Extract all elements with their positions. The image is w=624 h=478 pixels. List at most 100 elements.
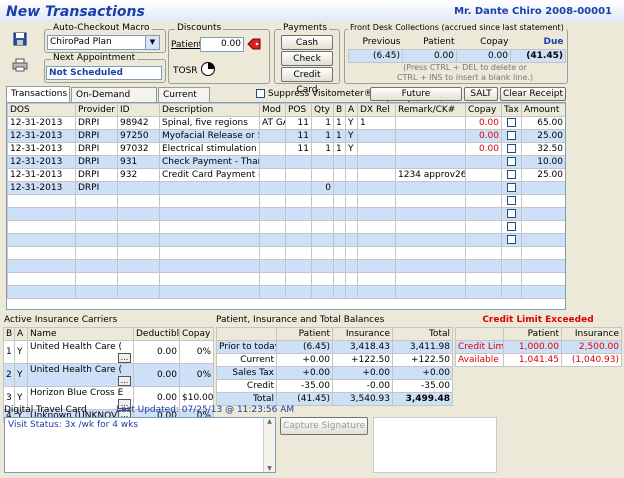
table-row[interactable]	[7, 194, 565, 208]
table-cell[interactable]	[357, 207, 396, 221]
table-cell[interactable]	[521, 285, 565, 299]
table-cell[interactable]	[311, 285, 334, 299]
table-cell[interactable]	[285, 259, 312, 273]
table-row[interactable]	[7, 220, 565, 234]
table-cell[interactable]	[357, 129, 396, 143]
table-cell[interactable]	[117, 246, 160, 260]
table-cell[interactable]	[521, 207, 565, 221]
table-cell[interactable]	[159, 207, 260, 221]
table-cell[interactable]	[159, 259, 260, 273]
table-cell[interactable]	[285, 233, 312, 247]
table-cell[interactable]	[357, 285, 396, 299]
table-cell[interactable]: 97250	[117, 129, 160, 143]
insurance-details-button[interactable]: ...	[118, 376, 131, 386]
table-row[interactable]: 12-31-2013 DRPI 931 Check Payment - Than 10.…	[7, 155, 565, 169]
table-cell[interactable]	[345, 194, 358, 208]
signature-pad[interactable]	[373, 417, 497, 473]
table-cell[interactable]	[345, 233, 358, 247]
tx-col-header[interactable]: DOS	[7, 103, 76, 117]
clear-receipt-button[interactable]: Clear Receipt	[500, 87, 566, 101]
table-cell[interactable]	[345, 285, 358, 299]
tx-col-header[interactable]: Amount	[521, 103, 565, 117]
tax-checkbox-cell[interactable]	[501, 155, 522, 169]
table-cell[interactable]	[75, 233, 118, 247]
table-cell[interactable]: 12-31-2013	[7, 142, 76, 156]
tab-transactions[interactable]: Transactions	[6, 86, 70, 102]
travel-card-textarea[interactable]: Visit Status: 3x /wk for 4 wks ▲ ▼	[4, 417, 276, 473]
table-cell[interactable]	[465, 285, 502, 299]
tax-checkbox[interactable]	[507, 209, 516, 218]
table-cell[interactable]	[259, 142, 286, 156]
table-cell[interactable]	[117, 220, 160, 234]
table-cell[interactable]	[117, 259, 160, 273]
table-cell[interactable]	[333, 272, 346, 286]
tx-col-header[interactable]: DX Rel	[357, 103, 396, 117]
salt-button[interactable]: SALT	[464, 87, 498, 101]
patient-discount-input[interactable]: 0.00	[200, 37, 244, 52]
table-cell[interactable]	[345, 207, 358, 221]
tax-checkbox[interactable]	[507, 222, 516, 231]
table-cell[interactable]: 1234 approv263	[395, 168, 466, 182]
table-cell[interactable]: Spinal, five regions	[159, 116, 260, 130]
table-cell[interactable]	[159, 246, 260, 260]
table-cell[interactable]	[357, 181, 396, 195]
table-cell[interactable]	[521, 272, 565, 286]
table-cell[interactable]	[285, 220, 312, 234]
table-cell[interactable]	[465, 246, 502, 260]
table-cell[interactable]	[395, 285, 466, 299]
table-cell[interactable]	[465, 207, 502, 221]
table-cell[interactable]: 12-31-2013	[7, 155, 76, 169]
table-cell[interactable]	[75, 285, 118, 299]
scroll-up-icon[interactable]: ▲	[264, 418, 275, 425]
table-cell[interactable]	[345, 168, 358, 182]
table-cell[interactable]	[465, 272, 502, 286]
table-cell[interactable]: AT GA	[259, 116, 286, 130]
table-cell[interactable]	[285, 207, 312, 221]
tab-current-dx[interactable]: Current Dx	[158, 87, 210, 114]
insurance-row[interactable]: 1 Y United Health Care (... 0.00 0%	[3, 340, 214, 364]
table-cell[interactable]: 0.00	[465, 116, 502, 130]
tag-icon[interactable]	[247, 38, 265, 54]
check-button[interactable]: Check	[281, 51, 333, 66]
suppress-visitometer-checkbox[interactable]	[256, 89, 265, 98]
table-cell[interactable]: 0.00	[465, 142, 502, 156]
table-cell[interactable]: 97032	[117, 142, 160, 156]
table-cell[interactable]: 12-31-2013	[7, 168, 76, 182]
table-cell[interactable]	[75, 207, 118, 221]
table-cell[interactable]	[395, 155, 466, 169]
table-cell[interactable]	[285, 181, 312, 195]
tax-checkbox-cell[interactable]	[501, 142, 522, 156]
table-cell[interactable]	[357, 168, 396, 182]
table-row[interactable]: 12-31-2013 DRPI 0	[7, 181, 565, 195]
table-cell[interactable]	[259, 233, 286, 247]
table-cell[interactable]	[311, 155, 334, 169]
table-cell[interactable]	[345, 181, 358, 195]
table-cell[interactable]	[521, 233, 565, 247]
table-cell[interactable]	[395, 246, 466, 260]
table-cell[interactable]	[465, 220, 502, 234]
capture-signature-button[interactable]: Capture Signature	[280, 417, 368, 435]
travel-card-scrollbar[interactable]: ▲ ▼	[263, 418, 275, 472]
chevron-down-icon[interactable]: ▼	[145, 36, 159, 49]
table-cell[interactable]	[285, 194, 312, 208]
table-cell[interactable]: 0	[311, 181, 334, 195]
table-cell[interactable]	[117, 285, 160, 299]
table-row[interactable]: 12-31-2013 DRPI 97250 Myofacial Release or …	[7, 129, 565, 143]
table-cell[interactable]: 12-31-2013	[7, 129, 76, 143]
table-cell[interactable]: 32.50	[521, 142, 565, 156]
table-cell[interactable]	[117, 233, 160, 247]
table-cell[interactable]	[259, 207, 286, 221]
table-cell[interactable]	[7, 233, 76, 247]
table-row[interactable]	[7, 233, 565, 247]
tax-checkbox-cell[interactable]	[501, 168, 522, 182]
table-cell[interactable]	[345, 272, 358, 286]
table-cell[interactable]: 98942	[117, 116, 160, 130]
tax-checkbox-cell[interactable]	[501, 194, 522, 208]
table-cell[interactable]: Y	[345, 142, 358, 156]
table-cell[interactable]: 1	[311, 129, 334, 143]
table-cell[interactable]	[259, 155, 286, 169]
table-cell[interactable]	[311, 220, 334, 234]
scroll-down-icon[interactable]: ▼	[264, 465, 275, 472]
table-cell[interactable]	[333, 259, 346, 273]
table-cell[interactable]	[395, 220, 466, 234]
